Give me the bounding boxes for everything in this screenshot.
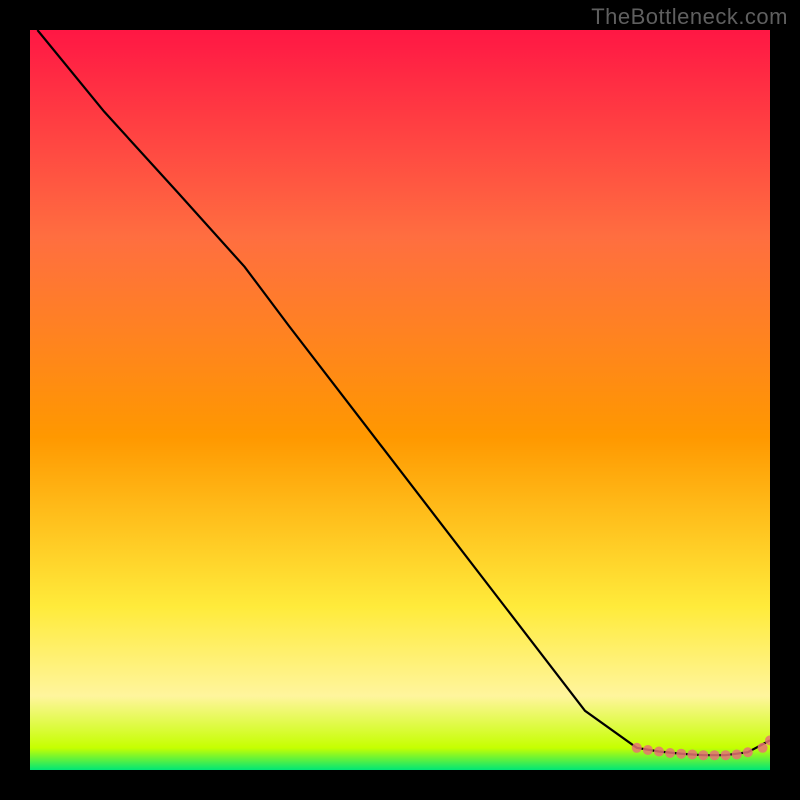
data-point xyxy=(643,745,653,755)
chart-frame: TheBottleneck.com xyxy=(0,0,800,800)
data-point xyxy=(665,748,675,758)
chart-svg xyxy=(30,30,770,770)
data-point xyxy=(721,750,731,760)
data-point xyxy=(676,749,686,759)
plot-area xyxy=(30,30,770,770)
data-point xyxy=(632,743,642,753)
data-point xyxy=(743,747,753,757)
data-point xyxy=(698,750,708,760)
data-point xyxy=(687,749,697,759)
data-point xyxy=(758,743,768,753)
data-point xyxy=(710,750,720,760)
heatmap-background xyxy=(30,30,770,770)
data-point xyxy=(732,749,742,759)
data-point xyxy=(654,747,664,757)
watermark-text: TheBottleneck.com xyxy=(591,4,788,30)
